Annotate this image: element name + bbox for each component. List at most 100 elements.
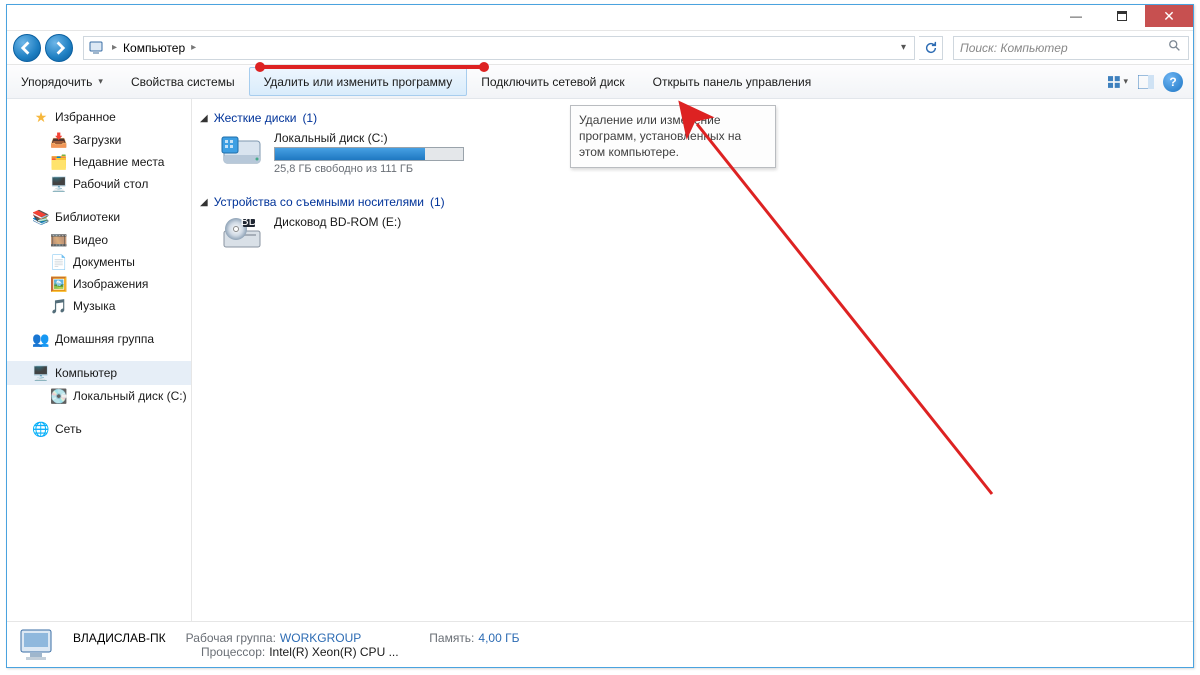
preview-pane-button[interactable] [1135,71,1157,93]
organize-label: Упорядочить [21,75,92,89]
optical-drive-icon: BD [220,215,264,259]
map-network-drive-button[interactable]: Подключить сетевой диск [467,65,638,98]
breadcrumb-location[interactable]: Компьютер [123,41,185,55]
svg-text:BD: BD [241,215,258,228]
collapse-caret-icon[interactable]: ◢ [200,197,208,208]
content-area: ★ Избранное 📥 Загрузки 🗂️ Недавние места… [7,99,1193,621]
cpu-value: Intel(R) Xeon(R) CPU ... [269,645,398,659]
section-count: (1) [430,195,445,209]
sidebar-item-recent[interactable]: 🗂️ Недавние места [7,151,191,173]
computer-large-icon [17,624,59,666]
nav-forward-button[interactable] [45,34,73,62]
memory-label: Память: [429,631,474,645]
picture-icon: 🖼️ [51,276,67,292]
explorer-window: — ✕ ▸ Компьютер ▸ ▾ Поиск: Компьютер [6,4,1194,668]
libraries-label: Библиотеки [55,210,120,224]
sidebar-item-videos[interactable]: 🎞️ Видео [7,229,191,251]
maximize-button[interactable] [1099,5,1145,27]
homegroup-label: Домашняя группа [55,332,154,346]
computer-group: 🖥️ Компьютер 💽 Локальный диск (C:) [7,361,191,407]
open-control-panel-button[interactable]: Открыть панель управления [639,65,826,98]
change-view-button[interactable]: ▾ [1107,71,1129,93]
favorites-group: ★ Избранное 📥 Загрузки 🗂️ Недавние места… [7,105,191,195]
sidebar-item-pictures[interactable]: 🖼️ Изображения [7,273,191,295]
network-icon: 🌐 [33,421,49,437]
sidebar-item-downloads[interactable]: 📥 Загрузки [7,129,191,151]
section-title: Устройства со съемными носителями [214,195,424,209]
breadcrumb-dropdown[interactable]: ▾ [897,42,910,53]
drive-item-bdrom-e[interactable]: BD Дисковод BD-ROM (E:) [198,215,1181,269]
network-group: 🌐 Сеть [7,417,191,441]
nav-bar: ▸ Компьютер ▸ ▾ Поиск: Компьютер [7,31,1193,65]
command-toolbar: Упорядочить Свойства системы Удалить или… [7,65,1193,99]
chevron-right-icon: ▸ [191,42,196,53]
address-bar[interactable]: ▸ Компьютер ▸ ▾ [83,36,915,60]
section-title: Жесткие диски [214,111,297,125]
maximize-icon [1117,11,1127,21]
search-placeholder: Поиск: Компьютер [960,41,1168,55]
sidebar-header-homegroup[interactable]: 👥 Домашняя группа [7,327,191,351]
annotation-underline [259,65,485,69]
organize-menu[interactable]: Упорядочить [7,65,117,98]
section-count: (1) [302,111,317,125]
sidebar-item-label: Документы [73,255,135,269]
pane-icon [1138,75,1154,89]
sidebar-item-desktop[interactable]: 🖥️ Рабочий стол [7,173,191,195]
sidebar-item-label: Локальный диск (C:) [73,389,187,403]
hdd-icon [220,131,264,175]
drive-label: Локальный диск (C:) [274,131,464,145]
document-icon: 📄 [51,254,67,270]
open-control-panel-label: Открыть панель управления [653,75,812,89]
uninstall-program-button[interactable]: Удалить или изменить программу [249,67,468,96]
help-button[interactable]: ? [1163,72,1183,92]
sidebar-item-label: Видео [73,233,108,247]
chevron-down-icon: ▾ [1123,76,1128,87]
cpu-label: Процессор: [201,645,265,659]
refresh-button[interactable] [919,36,943,60]
sidebar-header-libraries[interactable]: 📚 Библиотеки [7,205,191,229]
toolbar-right-group: ▾ ? [1107,65,1193,98]
help-icon: ? [1169,75,1176,89]
collapse-caret-icon[interactable]: ◢ [200,113,208,124]
nav-back-button[interactable] [13,34,41,62]
sidebar-item-music[interactable]: 🎵 Музыка [7,295,191,317]
sidebar-item-label: Изображения [73,277,148,291]
status-info: ВЛАДИСЛАВ-ПК Рабочая группа: WORKGROUP П… [73,631,519,659]
computer-label: Компьютер [55,366,117,380]
music-icon: 🎵 [51,298,67,314]
minimize-button[interactable]: — [1053,5,1099,27]
details-pane: ВЛАДИСЛАВ-ПК Рабочая группа: WORKGROUP П… [7,621,1193,667]
workgroup-value: WORKGROUP [280,631,361,645]
sidebar-item-label: Недавние места [73,155,164,169]
navigation-pane[interactable]: ★ Избранное 📥 Загрузки 🗂️ Недавние места… [7,99,192,621]
homegroup-group: 👥 Домашняя группа [7,327,191,351]
hostname: ВЛАДИСЛАВ-ПК [73,631,166,645]
capacity-fill [275,148,425,160]
system-properties-button[interactable]: Свойства системы [117,65,249,98]
drive-label: Дисковод BD-ROM (E:) [274,215,401,229]
memory-value: 4,00 ГБ [478,631,519,645]
network-label: Сеть [55,422,82,436]
folder-icon: 📥 [51,132,67,148]
sidebar-header-favorites[interactable]: ★ Избранное [7,105,191,129]
desktop-icon: 🖥️ [51,176,67,192]
capacity-bar [274,147,464,161]
close-button[interactable]: ✕ [1145,5,1193,27]
map-network-drive-label: Подключить сетевой диск [481,75,624,89]
sidebar-header-network[interactable]: 🌐 Сеть [7,417,191,441]
sidebar-item-local-disk-c[interactable]: 💽 Локальный диск (C:) [7,385,191,407]
drive-body: Дисковод BD-ROM (E:) [274,215,401,229]
sidebar-item-documents[interactable]: 📄 Документы [7,251,191,273]
minimize-icon: — [1070,9,1082,23]
section-header-removable[interactable]: ◢ Устройства со съемными носителями (1) [198,191,1181,215]
search-icon [1168,39,1182,56]
sidebar-item-label: Музыка [73,299,115,313]
refresh-icon [924,41,938,55]
video-icon: 🎞️ [51,232,67,248]
sidebar-header-computer[interactable]: 🖥️ Компьютер [7,361,191,385]
search-input[interactable]: Поиск: Компьютер [953,36,1189,60]
arrow-left-icon [20,41,34,55]
sidebar-item-label: Рабочий стол [73,177,148,191]
main-pane[interactable]: ◢ Жесткие диски (1) [192,99,1193,621]
computer-icon [88,39,106,57]
